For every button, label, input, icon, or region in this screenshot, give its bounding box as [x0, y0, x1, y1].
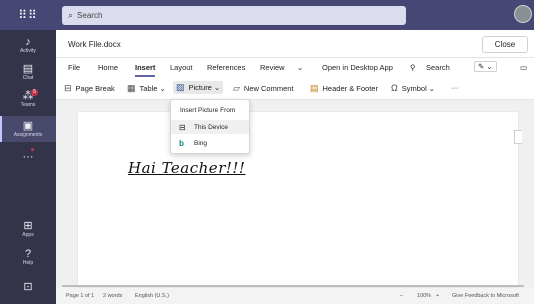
picture-button[interactable]: ▨ Picture ⌄: [173, 81, 224, 94]
header-footer-label: Header & Footer: [322, 84, 378, 93]
rail-item-teams[interactable]: ⁂ 5 Teams: [0, 89, 56, 108]
symbol-label: Symbol: [401, 83, 427, 93]
document-header: Work File.docx Close: [56, 30, 534, 58]
chat-icon: ▤: [22, 63, 34, 75]
document-canvas: Hai Teacher!!!: [56, 100, 534, 288]
document-body-text[interactable]: Hai Teacher!!!: [128, 159, 245, 177]
table-label: Table: [139, 84, 158, 93]
feedback-link[interactable]: Give Feedback to Microsoft: [452, 293, 519, 299]
margin-marker: [514, 130, 522, 144]
rail-item-download[interactable]: ⊡: [0, 281, 56, 293]
menu-item-label: Bing: [194, 139, 208, 147]
tab-insert[interactable]: Insert: [135, 63, 156, 77]
header-footer-button[interactable]: ▤ Header & Footer: [310, 83, 378, 94]
open-desktop-button[interactable]: Open in Desktop App: [322, 63, 393, 72]
status-bar: Page 1 of 1 2 words English (U.S.) – 100…: [56, 288, 534, 304]
picture-label: Picture: [188, 83, 212, 92]
page-break-icon: ⊟: [64, 83, 72, 93]
search-placeholder: Search: [77, 11, 103, 20]
tab-review[interactable]: Review: [260, 63, 285, 72]
ribbon-tabs: File Home Insert Layout References Revie…: [56, 58, 534, 78]
menu-item-bing[interactable]: b Bing: [171, 136, 249, 150]
menu-item-this-device[interactable]: ⊟ This Device: [171, 120, 249, 134]
top-bar: ⠿⠿ ⌕ Search: [0, 0, 534, 30]
download-icon: ⊡: [23, 281, 33, 293]
rail-label: Help: [22, 260, 34, 266]
table-icon: ▦: [127, 83, 136, 93]
notification-badge: 5: [31, 89, 38, 96]
tab-file[interactable]: File: [68, 63, 80, 72]
rail-item-more[interactable]: ···: [0, 148, 56, 163]
new-comment-label: New Comment: [243, 84, 294, 93]
symbol-button[interactable]: Ω Symbol ⌄: [391, 83, 435, 93]
rail-item-chat[interactable]: ▤ Chat: [0, 63, 56, 81]
rail-item-activity[interactable]: ♪ Activity: [0, 36, 56, 54]
insert-picture-menu: Insert Picture From ⊟ This Device b Bing: [170, 99, 250, 154]
assignments-icon: ▣: [22, 120, 34, 132]
horizontal-scrollbar[interactable]: [62, 285, 524, 287]
comments-icon[interactable]: ▭: [520, 63, 527, 72]
bell-icon: ♪: [25, 36, 31, 48]
page-break-label: Page Break: [75, 84, 115, 93]
tab-home[interactable]: Home: [98, 63, 118, 72]
zoom-level[interactable]: 100%: [417, 293, 431, 299]
bing-icon: b: [179, 138, 184, 148]
chevron-down-icon[interactable]: ⌄: [297, 63, 303, 72]
page-break-button[interactable]: ⊟ Page Break: [64, 83, 115, 94]
rail-item-assignments[interactable]: ▣ Assignments: [0, 116, 56, 142]
rail-label: Teams: [20, 102, 36, 108]
waffle-icon[interactable]: ⠿⠿: [0, 0, 56, 30]
search-input[interactable]: ⌕ Search: [62, 6, 406, 25]
rail-item-apps[interactable]: ⊞ Apps: [0, 220, 56, 238]
word-count: 2 words: [103, 293, 123, 299]
help-icon: ?: [24, 248, 32, 260]
language-indicator[interactable]: English (U.S.): [135, 293, 169, 299]
zoom-in-button[interactable]: +: [436, 293, 439, 299]
rail-label: Assignments: [13, 132, 43, 138]
avatar[interactable]: [514, 5, 532, 23]
ribbon-commands: ⊟ Page Break ▦ Table ⌄ ▨ Picture ⌄ ▱ New…: [56, 78, 534, 100]
page-count: Page 1 of 1: [66, 293, 95, 299]
more-commands-button[interactable]: ···: [451, 83, 459, 92]
omega-icon: Ω: [391, 83, 398, 93]
device-icon: ⊟: [179, 122, 186, 132]
menu-item-label: This Device: [194, 123, 228, 131]
zoom-out-button[interactable]: –: [400, 293, 403, 299]
rail-label: Apps: [22, 232, 34, 238]
tab-layout[interactable]: Layout: [170, 63, 193, 72]
close-button[interactable]: Close: [482, 36, 528, 53]
menu-header: Insert Picture From: [180, 107, 236, 114]
chevron-down-icon: ⌄: [213, 83, 221, 92]
tab-references[interactable]: References: [207, 63, 245, 72]
apps-icon: ⊞: [23, 220, 33, 232]
status-dot: [31, 148, 34, 151]
table-button[interactable]: ▦ Table ⌄: [127, 83, 166, 94]
rail-label: Activity: [20, 48, 36, 54]
document-title: Work File.docx: [68, 40, 121, 49]
editing-mode-button[interactable]: ✎ ⌄: [474, 61, 497, 72]
document-page[interactable]: Hai Teacher!!!: [78, 112, 522, 287]
new-comment-button[interactable]: ▱ New Comment: [233, 83, 294, 94]
header-footer-icon: ▤: [310, 83, 319, 93]
more-icon: ···: [22, 151, 34, 163]
lightbulb-icon: ⚲: [410, 63, 416, 72]
chevron-down-icon: ⌄: [159, 84, 166, 93]
ribbon-search-button[interactable]: Search: [426, 63, 450, 72]
teams-icon: ⁂: [22, 90, 34, 102]
comment-icon: ▱: [233, 83, 240, 93]
picture-icon: ▨: [176, 82, 185, 92]
chevron-down-icon: ⌄: [428, 83, 436, 93]
rail-item-help[interactable]: ? Help: [0, 248, 56, 266]
app-rail: ♪ Activity ▤ Chat ⁂ 5 Teams ▣ Assignment…: [0, 30, 56, 304]
search-icon: ⌕: [68, 10, 74, 20]
rail-label: Chat: [22, 75, 34, 81]
